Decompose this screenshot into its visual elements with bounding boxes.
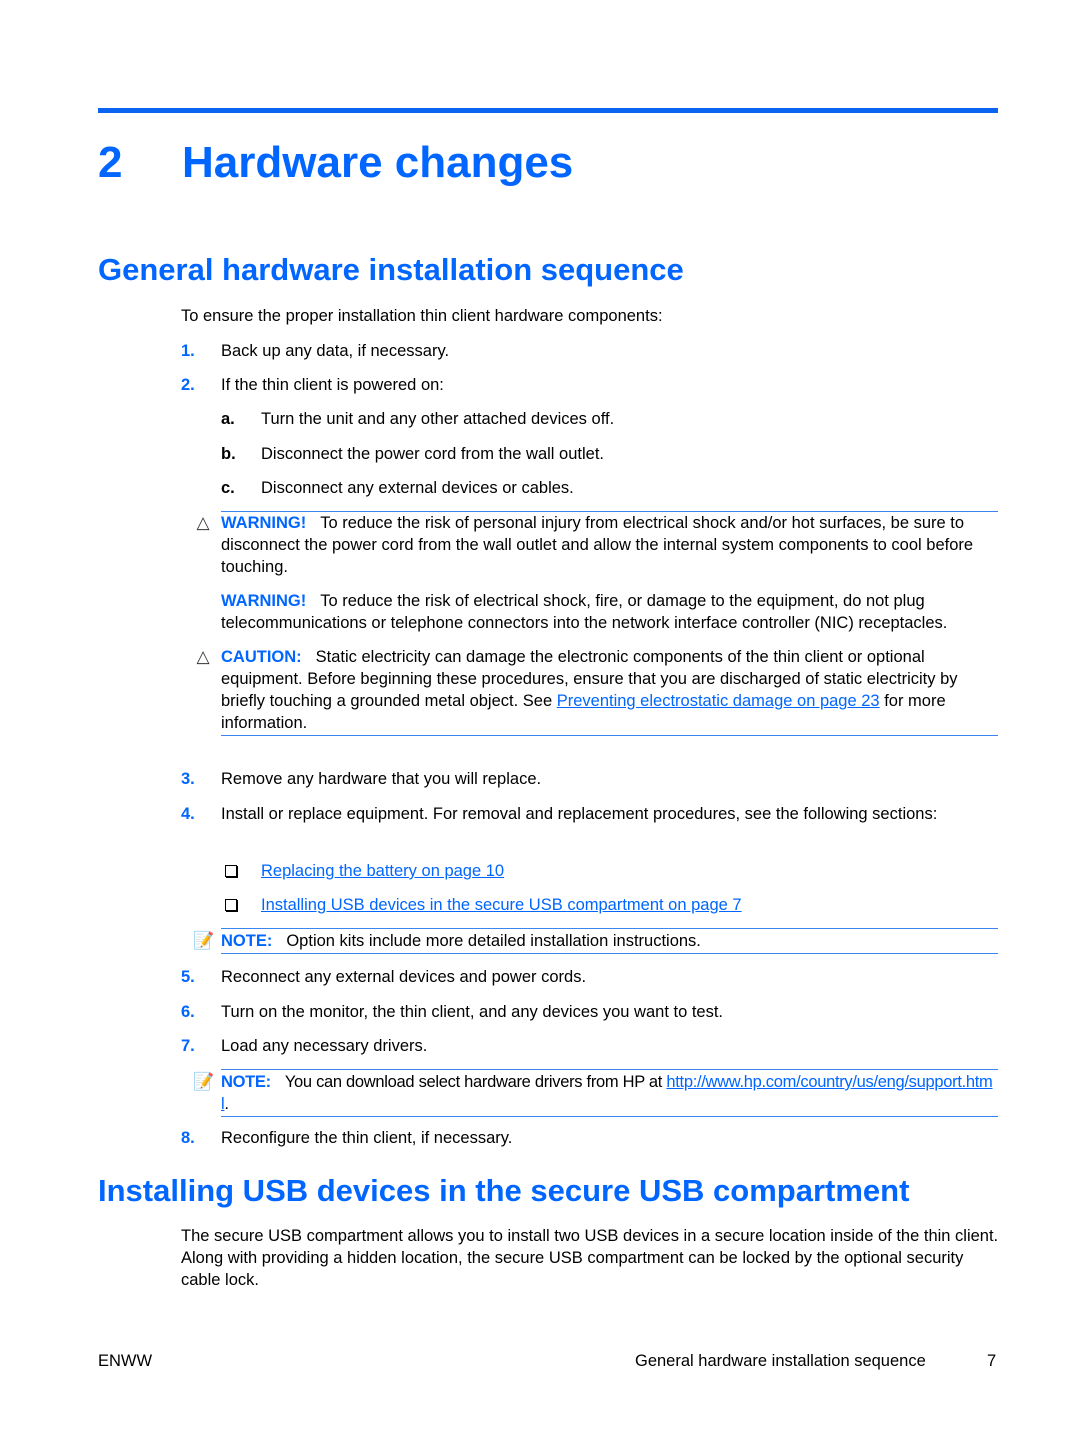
chapter-rule: [98, 108, 998, 113]
step-text: Load any necessary drivers.: [221, 1037, 428, 1055]
note-text: Option kits include more detailed instal…: [286, 932, 701, 950]
substep-letter: a.: [221, 410, 235, 428]
step-number: 1.: [181, 342, 195, 360]
note-text-after: .: [224, 1095, 229, 1113]
intro-paragraph: To ensure the proper installation thin c…: [181, 307, 663, 325]
warning-triangle-icon: △: [196, 513, 210, 532]
note-pad-icon: 📝: [193, 1072, 214, 1091]
note-2-box: 📝 NOTE: You can download select hardware …: [193, 1069, 998, 1117]
step-number: 7.: [181, 1037, 195, 1055]
note-1: 📝 NOTE: Option kits include more detailed…: [193, 930, 998, 952]
footer-left: ENWW: [98, 1352, 153, 1370]
replacing-battery-link[interactable]: Replacing the battery on page 10: [261, 860, 504, 882]
chapter-title: 2 Hardware changes: [98, 138, 573, 188]
note-label: NOTE:: [221, 1073, 271, 1091]
substep-text: Disconnect any external devices or cable…: [261, 479, 574, 497]
step-number: 6.: [181, 1003, 195, 1021]
step-number: 3.: [181, 770, 195, 788]
warning-2: WARNING! To reduce the risk of electrical…: [221, 590, 998, 634]
step-number: 2.: [181, 376, 195, 394]
section-title-general: General hardware installation sequence: [98, 252, 684, 287]
substep-letter: b.: [221, 445, 236, 463]
step-text: If the thin client is powered on:: [221, 376, 444, 394]
esd-link[interactable]: Preventing electrostatic damage on page …: [557, 692, 880, 710]
warning-1: △ WARNING! To reduce the risk of personal…: [196, 512, 998, 578]
step-text: Reconnect any external devices and power…: [221, 968, 587, 986]
caution-label: CAUTION:: [221, 648, 302, 666]
installing-usb-link[interactable]: Installing USB devices in the secure USB…: [261, 894, 742, 916]
caution: △ CAUTION: Static electricity can damage …: [196, 646, 998, 734]
warning-label: WARNING!: [221, 514, 307, 532]
chapter-title-text: Hardware changes: [182, 138, 574, 187]
substep-letter: c.: [221, 479, 235, 497]
step-text: Turn on the monitor, the thin client, an…: [221, 1003, 724, 1021]
step-number: 4.: [181, 805, 195, 823]
warning-label: WARNING!: [221, 592, 307, 610]
chapter-number: 2: [98, 138, 123, 187]
warning-caution-block: △ WARNING! To reduce the risk of personal…: [196, 511, 998, 736]
step-text: Remove any hardware that you will replac…: [221, 770, 542, 788]
warning-text: To reduce the risk of personal injury fr…: [221, 514, 974, 576]
checkbox-bullet-icon: [225, 899, 237, 911]
step-text: Install or replace equipment. For remova…: [221, 805, 938, 823]
checkbox-bullet-icon: [225, 865, 237, 877]
step-number: 8.: [181, 1129, 195, 1147]
note-1-box: 📝 NOTE: Option kits include more detailed…: [193, 928, 998, 954]
section-title-usb: Installing USB devices in the secure USB…: [98, 1173, 910, 1208]
substep-text: Turn the unit and any other attached dev…: [261, 410, 615, 428]
note-pad-icon: 📝: [193, 931, 215, 950]
footer-section: General hardware installation sequence: [635, 1352, 926, 1370]
caution-triangle-icon: △: [196, 647, 210, 666]
step-text: Reconfigure the thin client, if necessar…: [221, 1129, 513, 1147]
usb-paragraph: The secure USB compartment allows you to…: [181, 1227, 999, 1289]
step-text: Back up any data, if necessary.: [221, 342, 450, 360]
substep-text: Disconnect the power cord from the wall …: [261, 445, 604, 463]
warning-text: To reduce the risk of electrical shock, …: [221, 592, 948, 632]
note-text: You can download select hardware drivers…: [284, 1073, 667, 1091]
note-2: 📝 NOTE: You can download select hardware …: [193, 1071, 998, 1115]
note-label: NOTE:: [221, 932, 273, 950]
footer-page-number: 7: [987, 1352, 997, 1370]
step-number: 5.: [181, 968, 195, 986]
